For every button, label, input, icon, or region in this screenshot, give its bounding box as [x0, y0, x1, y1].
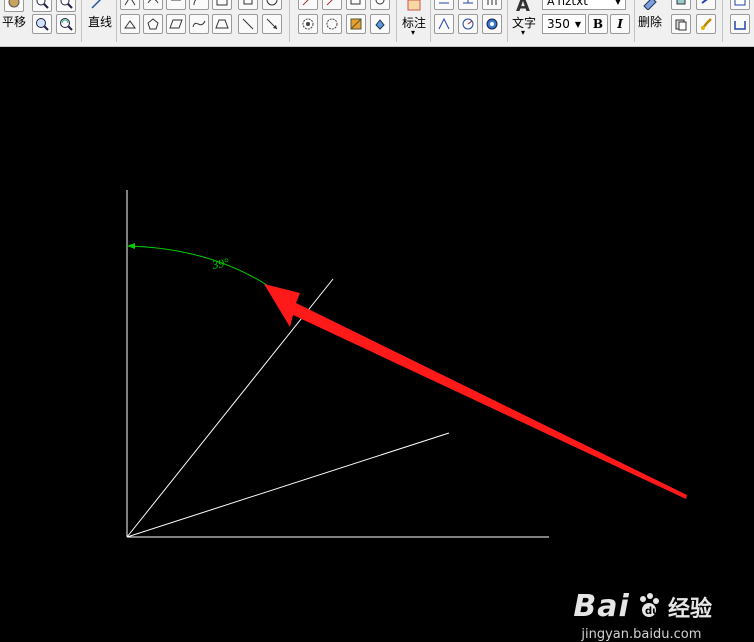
offset-icon[interactable] — [166, 0, 186, 10]
toolbar-separator — [430, 0, 431, 42]
trim-icon[interactable] — [298, 0, 318, 10]
aligned-dim-icon[interactable] — [458, 0, 478, 10]
arc-tool-icon[interactable] — [189, 0, 209, 10]
fill-bucket-icon[interactable] — [370, 14, 390, 34]
redo-icon[interactable] — [696, 0, 716, 10]
font-name-select[interactable]: Ā hztxt ▼ — [542, 0, 626, 10]
gear-settings-icon[interactable] — [322, 14, 342, 34]
extend-icon[interactable] — [322, 0, 342, 10]
angle-dim-icon[interactable] — [434, 14, 454, 34]
cad-toolbar: 平移 直线 标注 ▾ A 文字 ▾ Ā hztxt ▼ 350 ▼ B I 删除 — [0, 0, 754, 47]
dimension-dropdown-arrow[interactable]: ▾ — [411, 28, 415, 37]
watermark-site: jingyan.baidu.com — [581, 627, 702, 642]
dimension-arrowhead — [127, 243, 135, 249]
angle-dimension-text: 39° — [210, 255, 230, 272]
gear-icon[interactable] — [298, 14, 318, 34]
watermark-logo: Bai — [573, 589, 630, 624]
delete-label[interactable]: 删除 — [638, 13, 662, 30]
undo-icon[interactable] — [671, 0, 691, 10]
italic-button[interactable]: I — [610, 14, 630, 34]
spline-icon[interactable] — [143, 0, 163, 10]
angle-dimension-arc — [126, 245, 271, 288]
zoom-in-icon[interactable] — [32, 14, 52, 34]
parallelogram-tool-icon[interactable] — [166, 14, 186, 34]
trapezoid-tool-icon[interactable] — [212, 14, 232, 34]
line-tool-icon[interactable] — [88, 0, 108, 12]
svg-text:du: du — [645, 606, 659, 617]
continue-dim-icon[interactable] — [482, 0, 502, 10]
drawing-svg: 39° — [126, 190, 687, 538]
pan-label[interactable]: 平移 — [2, 13, 26, 30]
copy-object-icon[interactable] — [346, 0, 366, 10]
eraser-icon[interactable] — [640, 0, 660, 12]
polyline-icon[interactable] — [120, 0, 140, 10]
linear-dim-icon[interactable] — [434, 0, 454, 10]
zoom-window-icon[interactable] — [32, 0, 52, 12]
font-name-value: hztxt — [557, 0, 588, 8]
toolbar-separator — [507, 0, 508, 42]
rotate-icon[interactable] — [370, 0, 390, 10]
triangle-tool-icon[interactable] — [120, 14, 140, 34]
toolbar-separator — [116, 0, 117, 42]
arrow-line-icon[interactable] — [262, 14, 282, 34]
rectangle-tool-icon[interactable] — [212, 0, 232, 10]
font-name-icon: Ā — [547, 0, 555, 8]
text-dropdown-arrow[interactable]: ▾ — [521, 28, 525, 37]
line-label[interactable]: 直线 — [88, 13, 112, 30]
font-size-select[interactable]: 350 ▼ — [542, 14, 586, 34]
diagonal-line-icon[interactable] — [238, 14, 258, 34]
zoom-all-icon[interactable] — [56, 0, 76, 12]
circle-tool-icon[interactable] — [262, 0, 282, 10]
toolbar-separator — [81, 0, 82, 42]
radius-dim-icon[interactable] — [458, 14, 478, 34]
angled-line-shallow — [126, 432, 450, 538]
pan-hand-icon[interactable] — [4, 0, 24, 12]
dim-settings-gear-icon[interactable] — [482, 14, 502, 34]
bold-label: B — [592, 17, 604, 31]
brush-icon[interactable] — [696, 14, 716, 34]
font-size-value: 350 — [547, 17, 570, 31]
paste-icon[interactable] — [671, 14, 691, 34]
baidu-jingyan-watermark: Bai du 经验 jingyan.baidu.com — [573, 589, 712, 642]
toolbar-separator — [722, 0, 723, 42]
frame-icon[interactable] — [730, 14, 750, 34]
toolbar-separator — [634, 0, 635, 42]
hatch-icon[interactable] — [346, 14, 366, 34]
zoom-refresh-icon[interactable] — [56, 14, 76, 34]
square-tool-icon[interactable] — [238, 0, 258, 10]
chevron-down-icon: ▼ — [574, 19, 581, 29]
pentagon-tool-icon[interactable] — [143, 14, 163, 34]
dimension-icon[interactable] — [404, 0, 424, 14]
layer-icon[interactable] — [730, 0, 750, 10]
chevron-down-icon: ▼ — [614, 0, 621, 6]
watermark-logo-tail: 经验 — [667, 597, 712, 622]
italic-label: I — [617, 17, 623, 31]
bold-button[interactable]: B — [588, 14, 608, 34]
red-pointer-arrow — [264, 284, 687, 499]
curve-tool-icon[interactable] — [189, 14, 209, 34]
toolbar-separator — [396, 0, 397, 42]
drawing-canvas[interactable]: 39° Bai du 经验 jingyan.baidu.com — [0, 47, 754, 642]
toolbar-separator — [289, 0, 290, 42]
